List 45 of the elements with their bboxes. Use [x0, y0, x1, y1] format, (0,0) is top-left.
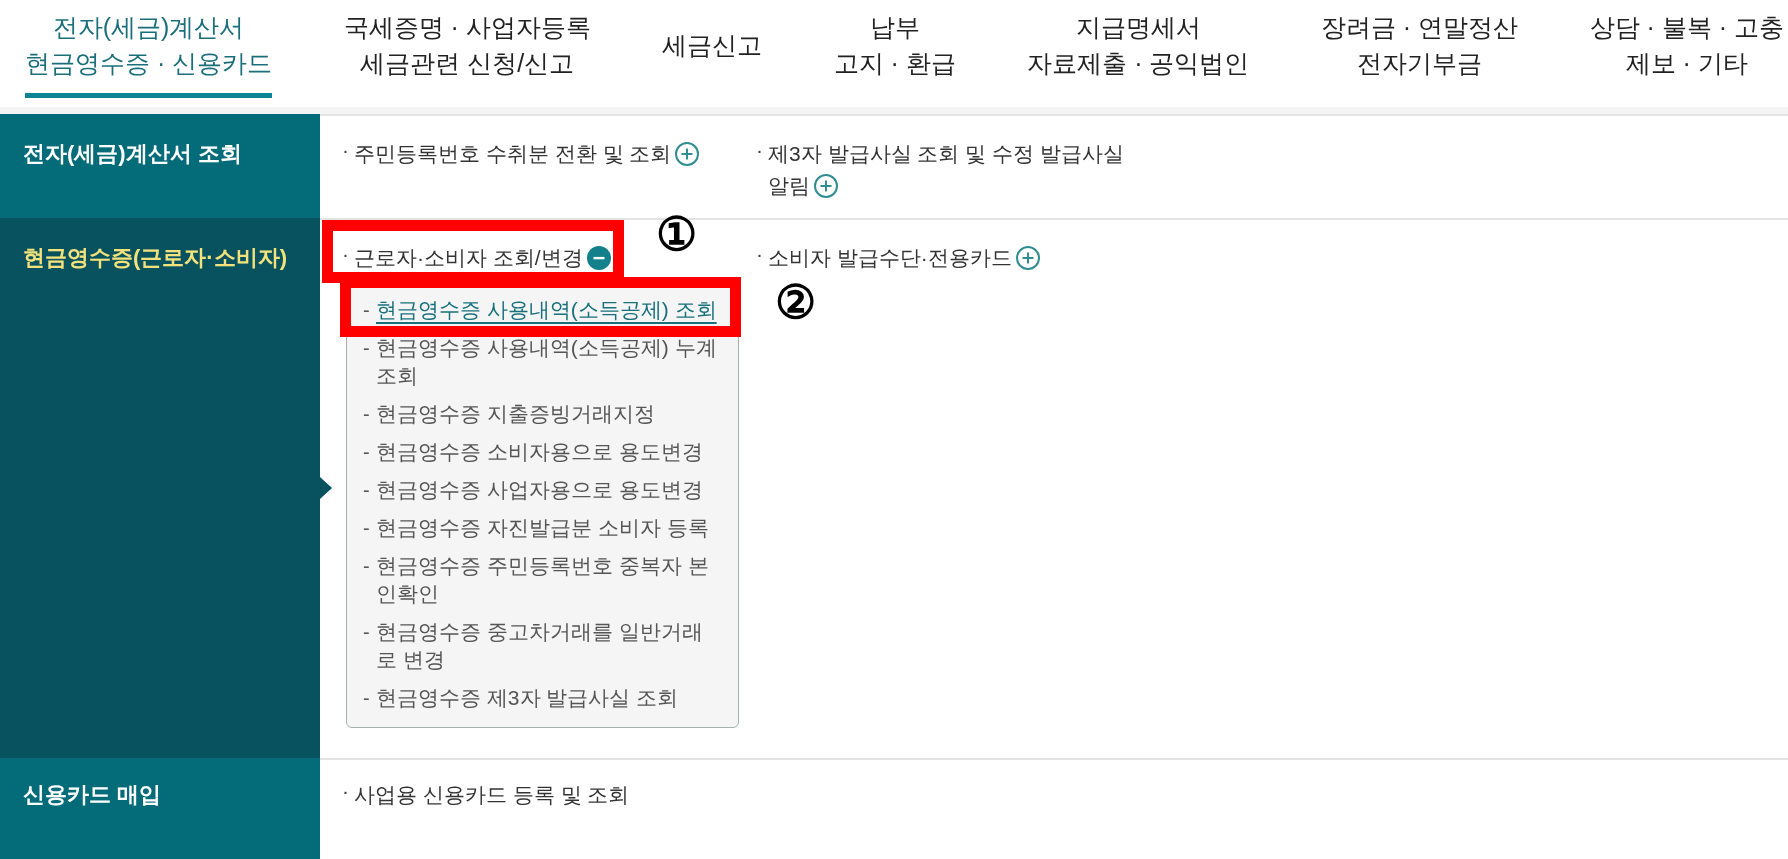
dash-bullet: - [363, 554, 371, 579]
dash-bullet: - [363, 516, 371, 541]
dash-bullet: - [363, 336, 371, 361]
callout-number: ② [775, 279, 816, 325]
callout-number: ① [655, 211, 697, 257]
minus-circle-icon[interactable] [586, 245, 611, 270]
nav-tab[interactable]: 국세증명 · 사업자등록 세금관련 신청/신고 [343, 9, 591, 98]
nav-tab[interactable]: 지급명세서 자료제출 · 공익법인 [1027, 9, 1250, 98]
nav-tab[interactable]: 납부 고지 · 환급 [833, 9, 956, 98]
submenu-link[interactable]: 현금영수증 지출증빙거래지정 [376, 400, 655, 428]
sidebar-category[interactable]: 전자(세금)계산서 조회 [0, 114, 320, 218]
dash-bullet: - [363, 440, 371, 465]
bullet-dot: · [756, 137, 764, 163]
bullet-dot: · [756, 241, 764, 267]
nav-tab[interactable]: 상담 · 불복 · 고충 제보 · 기타 [1589, 9, 1784, 98]
bullet-dot: · [342, 778, 350, 804]
submenu-link[interactable]: 현금영수증 사업자용으로 용도변경 [376, 476, 703, 504]
dash-bullet: - [363, 402, 371, 427]
menu-link[interactable]: 사업용 신용카드 등록 및 조회 [354, 779, 630, 811]
plus-circle-icon[interactable] [1015, 245, 1040, 270]
submenu-link[interactable]: 현금영수증 소비자용으로 용도변경 [376, 438, 703, 466]
submenu-link[interactable]: 현금영수증 사용내역(소득공제) 조회 [376, 296, 717, 324]
submenu-link[interactable]: 현금영수증 제3자 발급사실 조회 [376, 684, 679, 712]
submenu-link[interactable]: 현금영수증 사용내역(소득공제) 누계 조회 [376, 334, 719, 390]
sidebar-category[interactable]: 현금영수증(근로자·소비자) [0, 218, 320, 758]
pointer-triangle-icon [320, 477, 332, 499]
bullet-dot: · [342, 241, 350, 267]
submenu-link[interactable]: 현금영수증 자진발급분 소비자 등록 [376, 514, 709, 542]
nav-tab[interactable]: 장려금 · 연말정산 전자기부금 [1320, 9, 1519, 98]
plus-circle-icon[interactable] [814, 173, 838, 198]
dash-bullet: - [363, 620, 371, 645]
dash-bullet: - [363, 298, 371, 323]
dash-bullet: - [363, 686, 371, 711]
nav-tab[interactable]: 세금신고 [662, 9, 763, 98]
dash-bullet: - [363, 478, 371, 503]
plus-circle-icon[interactable] [675, 141, 700, 166]
sidebar-category[interactable]: 신용카드 매입 [0, 758, 320, 859]
bullet-dot: · [342, 137, 350, 163]
submenu-link[interactable]: 현금영수증 중고차거래를 일반거래로 변경 [376, 618, 719, 674]
menu-link[interactable]: 주민등록번호 수취분 전환 및 조회 [354, 138, 700, 170]
nav-tab[interactable]: 전자(세금)계산서 현금영수증 · 신용카드 [25, 9, 273, 98]
submenu-link[interactable]: 현금영수증 주민등록번호 중복자 본인확인 [376, 552, 719, 608]
menu-link[interactable]: 근로자·소비자 조회/변경 [354, 242, 611, 274]
menu-link[interactable]: 제3자 발급사실 조회 및 수정 발급사실 알림 [768, 138, 1134, 202]
menu-link[interactable]: 소비자 발급수단·전용카드 [768, 242, 1040, 274]
